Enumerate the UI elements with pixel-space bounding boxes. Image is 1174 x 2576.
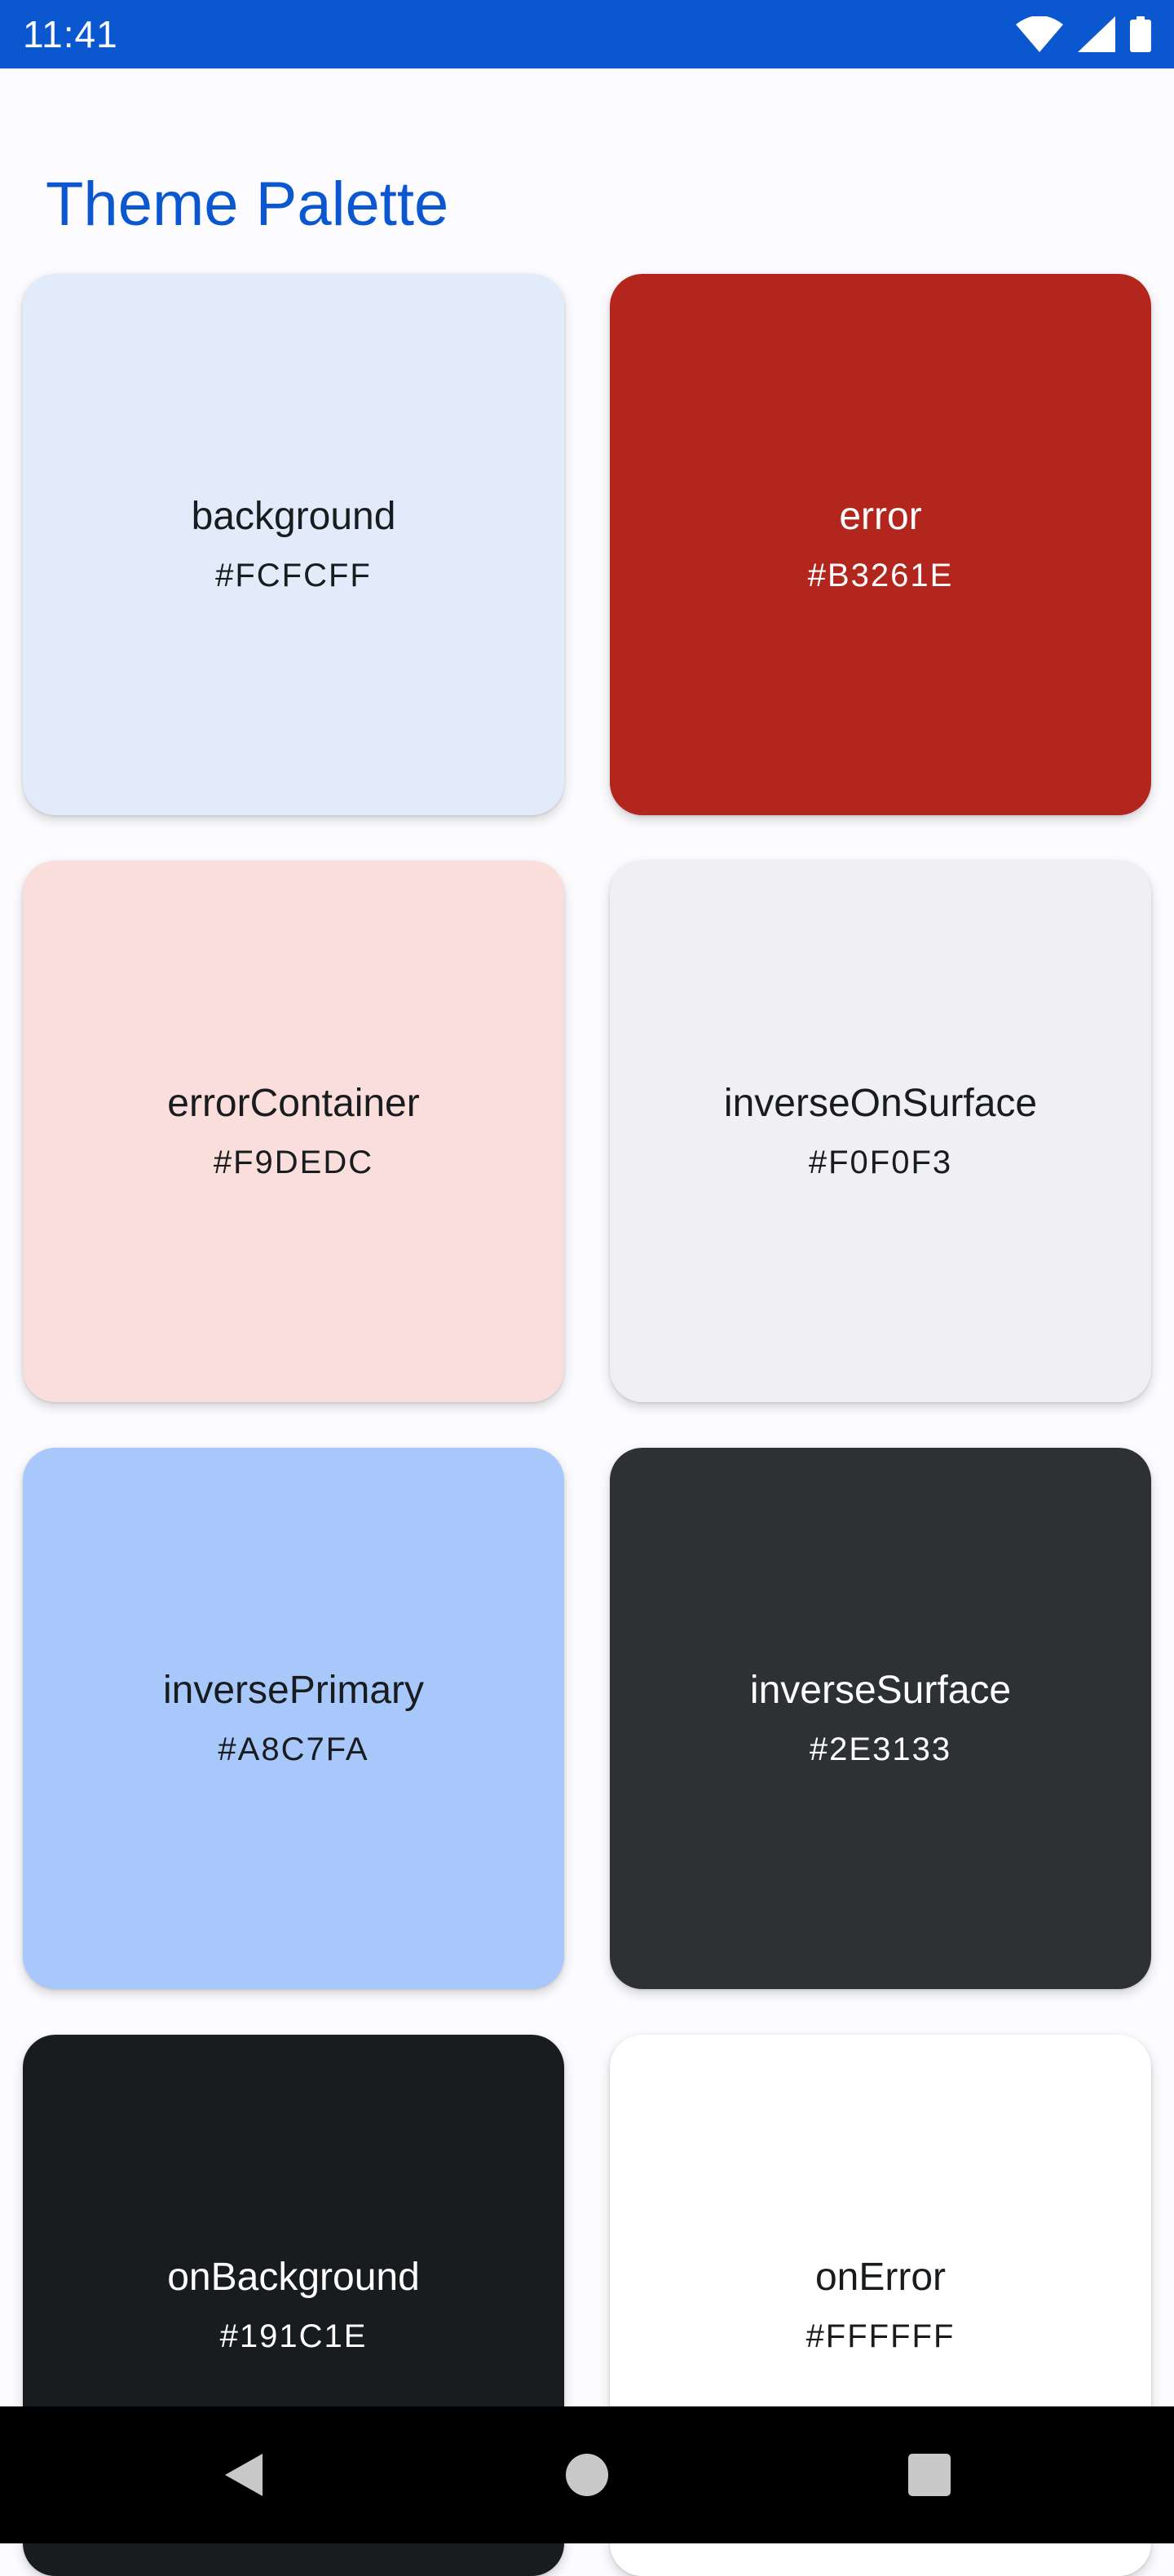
swatch-card[interactable]: background #FCFCFF	[23, 274, 564, 815]
swatch-hex: #F9DEDC	[213, 1145, 374, 1180]
swatch-hex: #FFFFFF	[805, 2318, 956, 2354]
back-icon[interactable]	[210, 2442, 276, 2508]
cell-signal-icon	[1078, 16, 1115, 52]
swatch-grid: background #FCFCFF error #B3261E errorCo…	[23, 274, 1151, 2576]
status-icons	[1016, 15, 1151, 54]
swatch-hex: #191C1E	[219, 2318, 368, 2354]
swatch-hex: #B3261E	[807, 558, 954, 593]
swatch-name: onBackground	[167, 2256, 420, 2299]
swatch-hex: #A8C7FA	[218, 1731, 369, 1767]
swatch-name: inversePrimary	[162, 1669, 425, 1712]
swatch-card[interactable]: errorContainer #F9DEDC	[23, 861, 564, 1402]
home-icon[interactable]	[554, 2442, 620, 2508]
swatch-name: background	[191, 495, 396, 538]
swatch-name: error	[839, 495, 922, 538]
swatch-card[interactable]: inversePrimary #A8C7FA	[23, 1448, 564, 1989]
recents-icon[interactable]	[897, 2442, 962, 2508]
swatch-card[interactable]: inverseOnSurface #F0F0F3	[610, 861, 1151, 1402]
battery-icon	[1130, 16, 1151, 52]
swatch-name: errorContainer	[167, 1082, 420, 1125]
page-title: Theme Palette	[46, 169, 449, 239]
swatch-name: inverseOnSurface	[723, 1082, 1038, 1125]
swatch-card[interactable]: error #B3261E	[610, 274, 1151, 815]
swatch-card[interactable]: inverseSurface #2E3133	[610, 1448, 1151, 1989]
status-bar: 11:41	[0, 0, 1174, 68]
swatch-name: onError	[814, 2256, 947, 2299]
status-time: 11:41	[23, 13, 118, 55]
swatch-hex: #F0F0F3	[808, 1145, 953, 1180]
wifi-icon	[1016, 16, 1063, 52]
navigation-bar	[0, 2406, 1174, 2543]
swatch-name: inverseSurface	[749, 1669, 1012, 1712]
swatch-hex: #FCFCFF	[215, 558, 372, 593]
swatch-hex: #2E3133	[809, 1731, 952, 1767]
